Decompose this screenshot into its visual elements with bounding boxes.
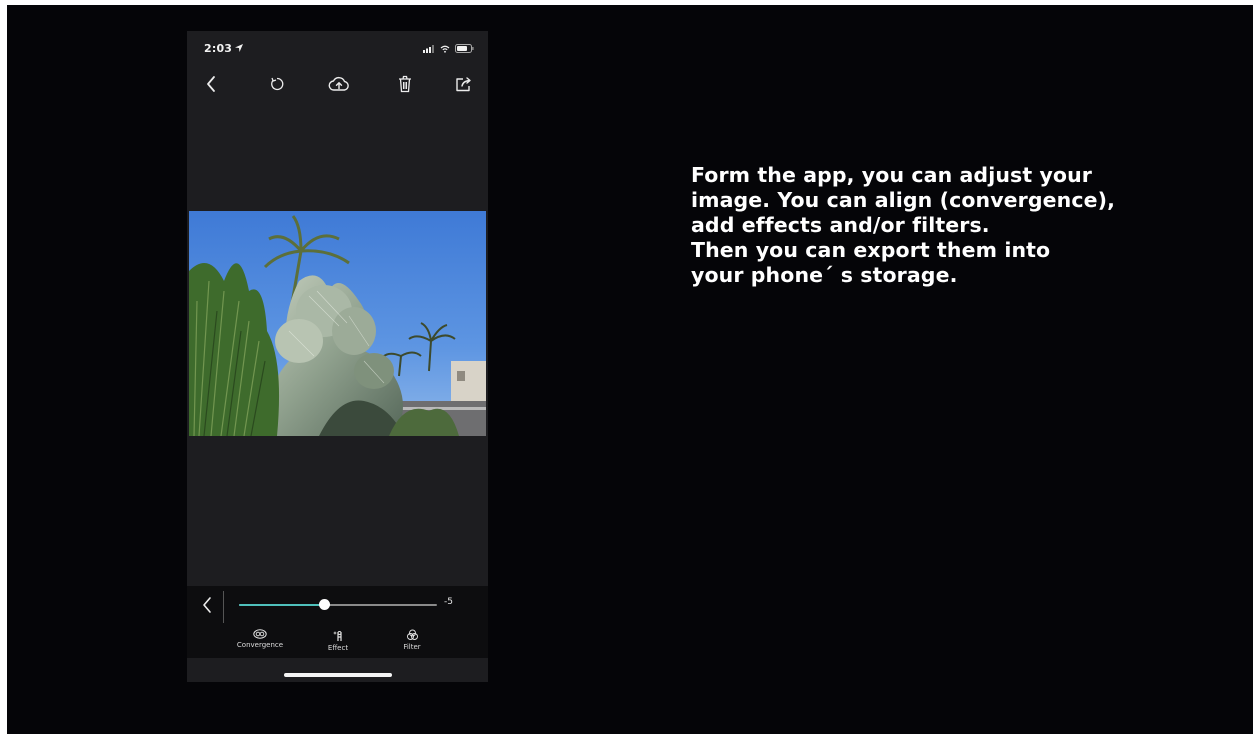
delete-button[interactable] xyxy=(390,69,420,99)
share-icon xyxy=(456,77,471,92)
back-button[interactable] xyxy=(196,69,226,99)
photo-preview[interactable] xyxy=(189,211,486,436)
tab-filter[interactable]: Filter xyxy=(377,629,447,657)
phone-screenshot: 2:03 -5 Convergence Effect Filter xyxy=(187,31,488,682)
trash-icon xyxy=(399,75,411,93)
back-chevron-icon xyxy=(207,76,215,92)
slider-thumb[interactable] xyxy=(319,599,330,610)
slider-fill xyxy=(239,604,324,606)
wifi-icon xyxy=(440,45,450,53)
battery-icon xyxy=(455,44,474,53)
effect-wand-icon xyxy=(333,631,342,641)
editor-toolbar xyxy=(187,69,488,99)
panel-divider xyxy=(223,591,224,623)
status-bar: 2:03 xyxy=(187,31,488,67)
caption-line-5: your phone´ s storage. xyxy=(691,263,958,287)
convergence-icon xyxy=(253,629,267,639)
cloud-upload-icon xyxy=(328,76,349,91)
tab-convergence-label: Convergence xyxy=(236,641,284,649)
reset-icon xyxy=(271,77,284,91)
caption-line-2: image. You can align (convergence), xyxy=(691,188,1115,212)
status-time: 2:03 xyxy=(204,42,233,55)
home-indicator-area xyxy=(187,658,488,682)
caption-line-3: add effects and/or filters. xyxy=(691,213,990,237)
reset-button[interactable] xyxy=(262,69,292,99)
cactus-photo xyxy=(189,211,486,436)
signal-icon xyxy=(423,44,434,53)
tab-effect[interactable]: Effect xyxy=(303,629,373,657)
convergence-slider[interactable] xyxy=(239,599,437,611)
tab-effect-label: Effect xyxy=(327,644,349,652)
tab-convergence[interactable]: Convergence xyxy=(225,629,295,657)
share-button[interactable] xyxy=(449,69,479,99)
panel-back-button[interactable] xyxy=(197,593,219,617)
caption-line-1: Form the app, you can adjust your xyxy=(691,163,1093,187)
adjust-panel: -5 Convergence Effect Filter xyxy=(187,586,488,658)
home-indicator[interactable] xyxy=(284,673,392,677)
chevron-left-icon xyxy=(203,597,211,613)
filter-circles-icon xyxy=(406,629,418,640)
slide-caption: Form the app, you can adjust your image.… xyxy=(691,163,1231,288)
location-arrow-icon xyxy=(235,44,243,52)
slide-background: 2:03 -5 Convergence Effect Filter Form t… xyxy=(7,5,1253,734)
slider-value-label: -5 xyxy=(444,597,453,607)
tab-filter-label: Filter xyxy=(403,643,421,651)
caption-line-4: Then you can export them into xyxy=(691,238,1051,262)
cloud-upload-button[interactable] xyxy=(324,69,354,99)
